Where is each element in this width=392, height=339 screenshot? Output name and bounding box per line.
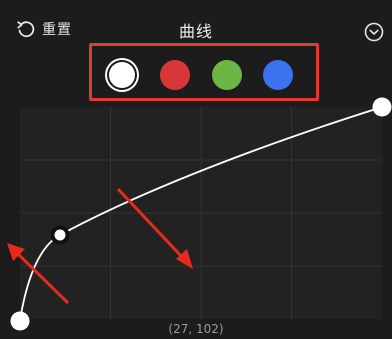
point-coordinate-readout: (27, 102) xyxy=(168,322,224,336)
curve-canvas xyxy=(20,107,382,319)
curves-panel: 重置 曲线 (27, 102) xyxy=(0,0,392,339)
channel-green[interactable] xyxy=(212,60,242,90)
channel-white-rgb[interactable] xyxy=(109,62,135,88)
panel-title: 曲线 xyxy=(178,22,213,41)
channel-red[interactable] xyxy=(160,60,190,90)
collapse-button[interactable] xyxy=(364,22,384,42)
channel-blue[interactable] xyxy=(263,60,293,90)
curve-graph[interactable] xyxy=(20,107,382,319)
chevron-down-circle-icon xyxy=(364,22,384,46)
grid-lines xyxy=(20,107,382,319)
header: 重置 曲线 xyxy=(0,0,392,42)
